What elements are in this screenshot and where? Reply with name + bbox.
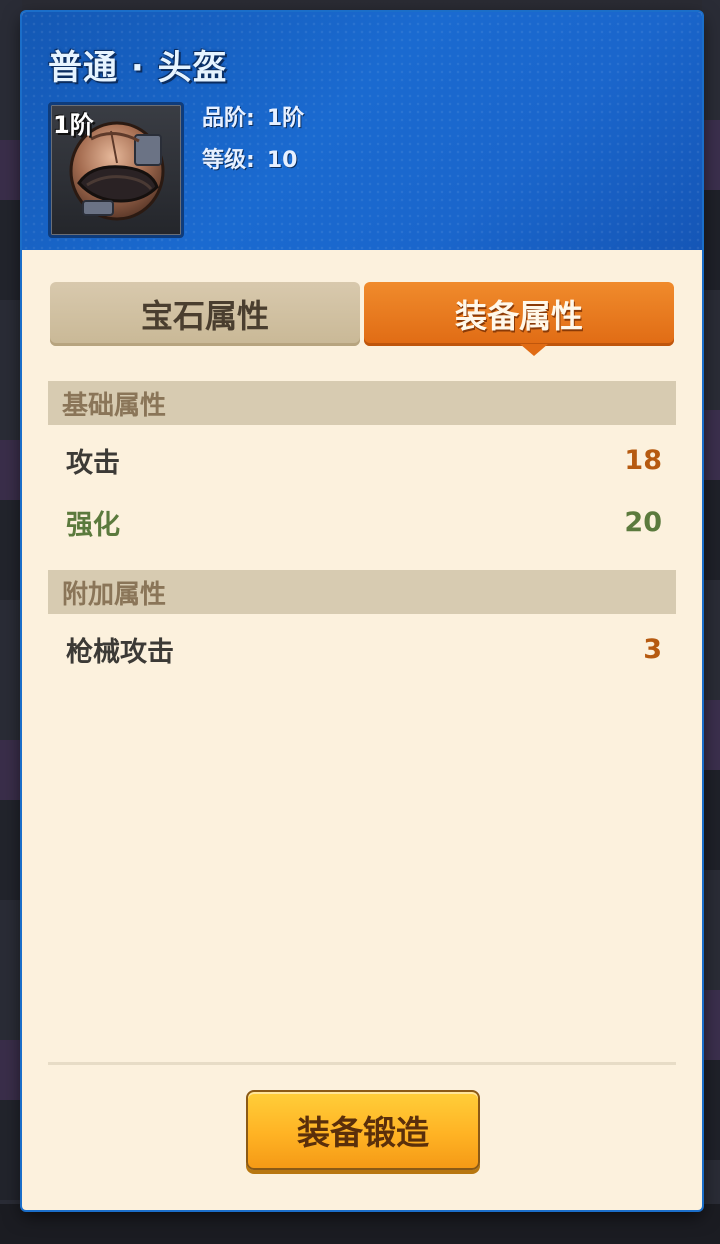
- section-basic-attributes: 基础属性: [48, 381, 676, 425]
- level-value: 10: [266, 148, 298, 173]
- stat-row-attack: 攻击 18: [66, 440, 662, 480]
- tab-equipment-attributes[interactable]: 装备属性: [364, 282, 674, 346]
- footer-divider: [48, 1062, 676, 1065]
- stat-name: 枪械攻击: [66, 636, 174, 668]
- attribute-tabs: 宝石属性 装备属性: [50, 282, 674, 356]
- section-extra-attributes: 附加属性: [48, 570, 676, 614]
- tier-badge: 1阶: [53, 111, 94, 139]
- forge-equipment-button[interactable]: 装备锻造: [246, 1090, 480, 1170]
- stat-name: 攻击: [66, 447, 120, 479]
- background-right-strip: [702, 0, 720, 1244]
- item-icon-frame[interactable]: 1阶: [48, 102, 184, 238]
- quality-row: 品阶: 1阶: [202, 100, 304, 132]
- stat-value: 20: [624, 506, 662, 538]
- equipment-detail-dialog: 普通 · 头盔 1阶 品阶: 1阶 等级: 10 宝石属性 装备属性 基础属性 …: [22, 12, 702, 1210]
- item-title: 普通 · 头盔: [48, 48, 228, 88]
- active-tab-pointer: [520, 344, 548, 356]
- tab-gem-attributes[interactable]: 宝石属性: [50, 282, 360, 346]
- background-left-strip: [0, 0, 22, 1244]
- stat-row-firearm-attack: 枪械攻击 3: [66, 629, 662, 669]
- stat-value: 18: [624, 444, 662, 476]
- quality-label: 品阶:: [202, 106, 255, 131]
- level-row: 等级: 10: [202, 142, 297, 174]
- level-label: 等级:: [202, 148, 255, 173]
- background-bottom-bar: [0, 1204, 720, 1244]
- stat-name: 强化: [66, 509, 120, 541]
- quality-value: 1阶: [266, 106, 305, 131]
- dialog-header: 普通 · 头盔 1阶 品阶: 1阶 等级: 10: [22, 12, 702, 250]
- stat-row-enhance: 强化 20: [66, 502, 662, 542]
- stat-value: 3: [643, 633, 662, 665]
